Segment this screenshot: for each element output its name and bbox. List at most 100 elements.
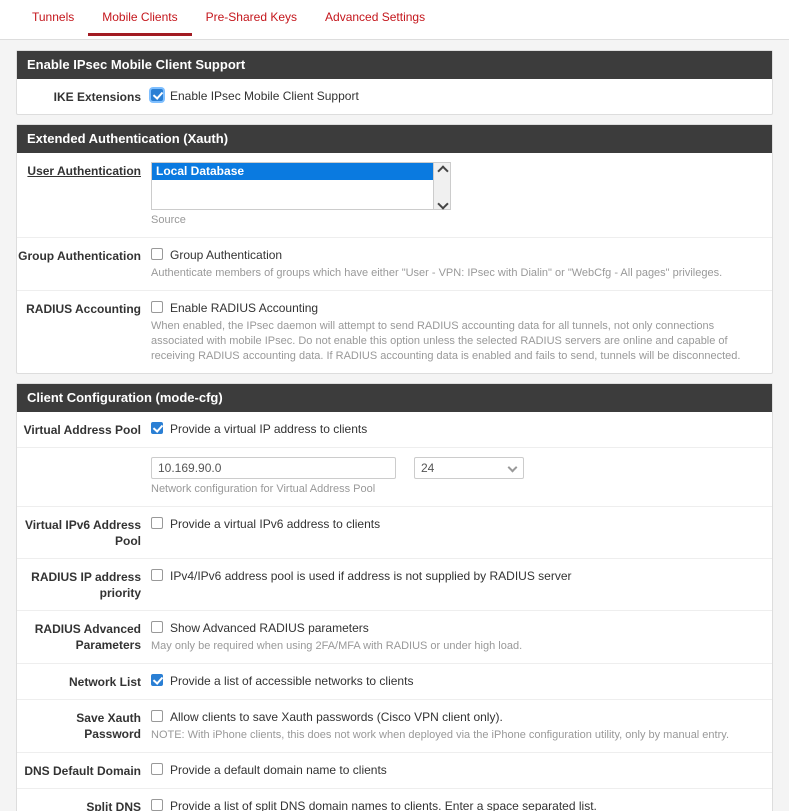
control-virtual-address-pool-network: 24 Network configuration for Virtual Add…	[151, 457, 772, 497]
help-radius-accounting: When enabled, the IPsec daemon will atte…	[151, 320, 741, 362]
checkbox-label-dns-default-domain: Provide a default domain name to clients	[170, 763, 387, 777]
control-network-list: Provide a list of accessible networks to…	[151, 673, 772, 690]
label-ike-extensions: IKE Extensions	[53, 90, 141, 104]
row-radius-ip-address-priority: RADIUS IP address priority IPv4/IPv6 add…	[17, 558, 772, 610]
help-save-xauth-password: NOTE: With iPhone clients, this does not…	[151, 729, 730, 741]
label-group-authentication: Group Authentication	[18, 249, 141, 263]
label-radius-accounting: RADIUS Accounting	[26, 302, 141, 316]
panel-extended-authentication: Extended Authentication (Xauth) User Aut…	[16, 124, 773, 374]
label-save-xauth-password: Save Xauth Password	[76, 711, 141, 741]
checkbox-box-radius-advanced-parameters[interactable]	[151, 621, 163, 633]
checkbox-save-xauth-password[interactable]: Allow clients to save Xauth passwords (C…	[151, 709, 758, 725]
checkbox-box-radius-ip-address-priority[interactable]	[151, 569, 163, 581]
listbox-options: Local Database	[152, 163, 433, 209]
row-save-xauth-password: Save Xauth Password Allow clients to sav…	[17, 699, 772, 752]
checkbox-label-group-authentication: Group Authentication	[170, 248, 283, 262]
checkbox-virtual-address-pool[interactable]: Provide a virtual IP address to clients	[151, 421, 758, 437]
panel-body-xauth: User Authentication Local Database Sourc…	[17, 153, 772, 373]
checkbox-box-virtual-ipv6-address-pool[interactable]	[151, 517, 163, 529]
label-virtual-address-pool-network-spacer	[17, 457, 151, 497]
checkbox-box-save-xauth-password[interactable]	[151, 710, 163, 722]
checkbox-label-split-dns: Provide a list of split DNS domain names…	[170, 799, 597, 811]
page-content: Enable IPsec Mobile Client Support IKE E…	[0, 40, 789, 811]
control-group-authentication: Group Authentication Authenticate member…	[151, 247, 772, 281]
control-dns-default-domain: Provide a default domain name to clients	[151, 762, 772, 779]
checkbox-radius-accounting[interactable]: Enable RADIUS Accounting	[151, 300, 758, 316]
checkbox-enable-mobile-client-support[interactable]: Enable IPsec Mobile Client Support	[151, 88, 758, 104]
checkbox-network-list[interactable]: Provide a list of accessible networks to…	[151, 673, 758, 689]
row-ike-extensions: IKE Extensions Enable IPsec Mobile Clien…	[17, 79, 772, 114]
checkbox-split-dns[interactable]: Provide a list of split DNS domain names…	[151, 798, 758, 811]
label-user-authentication: User Authentication	[27, 164, 141, 178]
label-dns-default-domain: DNS Default Domain	[24, 764, 141, 778]
checkbox-box-dns-default-domain[interactable]	[151, 763, 163, 775]
panel-body-client-config: Virtual Address Pool Provide a virtual I…	[17, 412, 772, 811]
panel-heading-client-config: Client Configuration (mode-cfg)	[17, 384, 772, 412]
row-virtual-address-pool: Virtual Address Pool Provide a virtual I…	[17, 412, 772, 447]
listbox-option-local-database[interactable]: Local Database	[152, 163, 433, 180]
checkbox-box-group-authentication[interactable]	[151, 248, 163, 260]
row-dns-default-domain: DNS Default Domain Provide a default dom…	[17, 752, 772, 788]
virtual-address-pool-network-input[interactable]	[151, 457, 396, 479]
panel-enable-mobile-client-support: Enable IPsec Mobile Client Support IKE E…	[16, 50, 773, 115]
checkbox-label-virtual-address-pool: Provide a virtual IP address to clients	[170, 422, 368, 436]
label-radius-advanced-parameters: RADIUS Advanced Parameters	[34, 622, 141, 652]
tab-bar: Tunnels Mobile Clients Pre-Shared Keys A…	[0, 0, 789, 40]
label-virtual-ipv6-address-pool: Virtual IPv6 Address Pool	[24, 518, 141, 548]
checkbox-virtual-ipv6-address-pool[interactable]: Provide a virtual IPv6 address to client…	[151, 516, 758, 532]
tab-mobile-clients[interactable]: Mobile Clients	[88, 10, 192, 36]
checkbox-label-save-xauth-password: Allow clients to save Xauth passwords (C…	[170, 710, 503, 724]
control-split-dns: Provide a list of split DNS domain names…	[151, 798, 772, 811]
control-radius-accounting: Enable RADIUS Accounting When enabled, t…	[151, 300, 772, 364]
tab-advanced-settings[interactable]: Advanced Settings	[311, 10, 439, 36]
help-user-authentication: Source	[151, 214, 186, 226]
tab-pre-shared-keys[interactable]: Pre-Shared Keys	[192, 10, 311, 36]
tab-tunnels[interactable]: Tunnels	[18, 10, 88, 36]
checkbox-box-enable-support[interactable]	[151, 89, 163, 101]
checkbox-group-authentication[interactable]: Group Authentication	[151, 247, 758, 263]
control-ike-extensions: Enable IPsec Mobile Client Support	[151, 88, 772, 105]
label-radius-ip-address-priority: RADIUS IP address priority	[31, 570, 141, 600]
network-inputs-group: 24	[151, 457, 758, 479]
checkbox-label-radius-advanced-parameters: Show Advanced RADIUS parameters	[170, 621, 369, 635]
label-split-dns: Split DNS	[86, 800, 141, 811]
virtual-address-pool-subnet-select[interactable]: 24	[414, 457, 524, 479]
user-authentication-listbox[interactable]: Local Database	[151, 162, 451, 210]
panel-body-enable-support: IKE Extensions Enable IPsec Mobile Clien…	[17, 79, 772, 114]
checkbox-box-split-dns[interactable]	[151, 799, 163, 811]
checkbox-box-network-list[interactable]	[151, 674, 163, 686]
row-virtual-ipv6-address-pool: Virtual IPv6 Address Pool Provide a virt…	[17, 506, 772, 558]
checkbox-label-network-list: Provide a list of accessible networks to…	[170, 674, 414, 688]
checkbox-box-radius-accounting[interactable]	[151, 301, 163, 313]
row-virtual-address-pool-network: 24 Network configuration for Virtual Add…	[17, 447, 772, 506]
listbox-scrollbar[interactable]	[433, 163, 450, 209]
help-radius-advanced-parameters: May only be required when using 2FA/MFA …	[151, 640, 523, 652]
help-group-authentication: Authenticate members of groups which hav…	[151, 267, 723, 279]
chevron-up-icon[interactable]	[438, 165, 447, 171]
control-user-authentication: Local Database Source	[151, 162, 772, 228]
chevron-down-icon[interactable]	[438, 201, 447, 207]
checkbox-radius-ip-address-priority[interactable]: IPv4/IPv6 address pool is used if addres…	[151, 568, 758, 584]
subnet-select-value: 24	[421, 461, 435, 475]
panel-heading-xauth: Extended Authentication (Xauth)	[17, 125, 772, 153]
row-split-dns: Split DNS Provide a list of split DNS do…	[17, 788, 772, 811]
panel-heading-enable-support: Enable IPsec Mobile Client Support	[17, 51, 772, 79]
row-group-authentication: Group Authentication Group Authenticatio…	[17, 237, 772, 290]
row-radius-advanced-parameters: RADIUS Advanced Parameters Show Advanced…	[17, 610, 772, 663]
checkbox-label-enable-support: Enable IPsec Mobile Client Support	[170, 89, 359, 103]
row-network-list: Network List Provide a list of accessibl…	[17, 663, 772, 699]
checkbox-radius-advanced-parameters[interactable]: Show Advanced RADIUS parameters	[151, 620, 758, 636]
panel-client-configuration: Client Configuration (mode-cfg) Virtual …	[16, 383, 773, 811]
checkbox-dns-default-domain[interactable]: Provide a default domain name to clients	[151, 762, 758, 778]
control-save-xauth-password: Allow clients to save Xauth passwords (C…	[151, 709, 772, 743]
checkbox-label-radius-ip-address-priority: IPv4/IPv6 address pool is used if addres…	[170, 569, 572, 583]
row-radius-accounting: RADIUS Accounting Enable RADIUS Accounti…	[17, 290, 772, 373]
checkbox-label-virtual-ipv6-address-pool: Provide a virtual IPv6 address to client…	[170, 517, 381, 531]
chevron-down-icon	[509, 466, 517, 471]
control-radius-ip-address-priority: IPv4/IPv6 address pool is used if addres…	[151, 568, 772, 601]
label-virtual-address-pool: Virtual Address Pool	[23, 423, 141, 437]
help-virtual-address-pool: Network configuration for Virtual Addres…	[151, 483, 376, 495]
checkbox-label-radius-accounting: Enable RADIUS Accounting	[170, 301, 319, 315]
control-radius-advanced-parameters: Show Advanced RADIUS parameters May only…	[151, 620, 772, 654]
checkbox-box-virtual-address-pool[interactable]	[151, 422, 163, 434]
